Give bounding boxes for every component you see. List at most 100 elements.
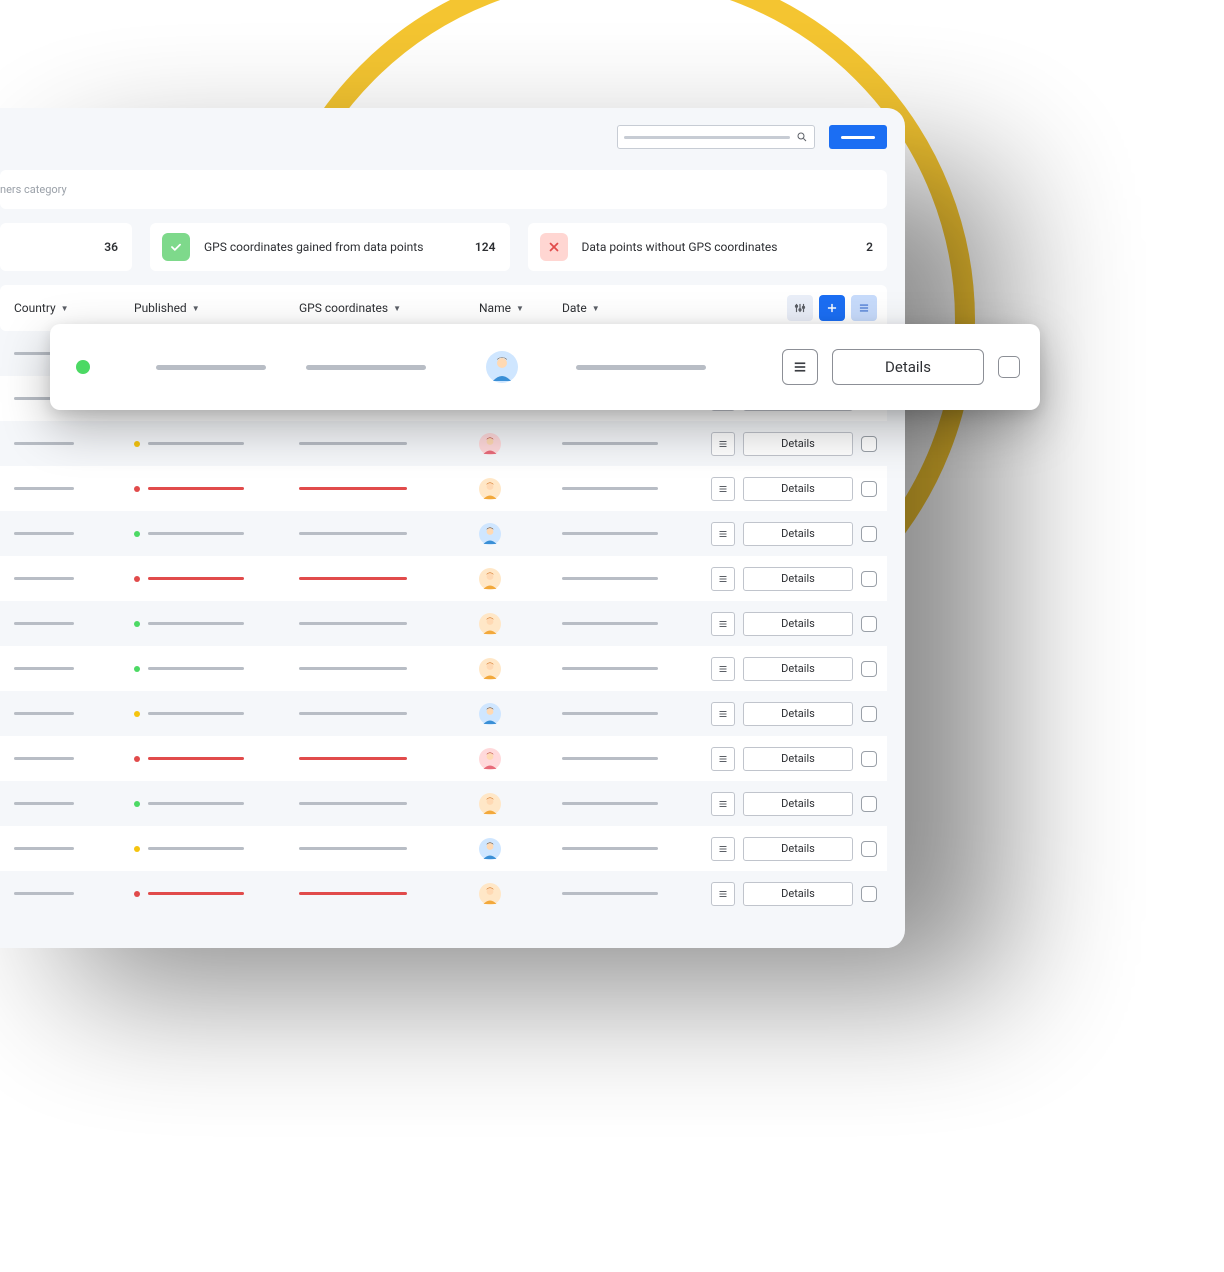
column-header-name[interactable]: Name▼ (479, 301, 562, 315)
topbar (0, 108, 905, 166)
row-checkbox[interactable] (861, 571, 877, 587)
avatar (479, 568, 501, 590)
row-menu-button[interactable] (711, 837, 735, 861)
row-checkbox[interactable] (861, 706, 877, 722)
row-menu-button[interactable] (711, 882, 735, 906)
country-skeleton (14, 802, 74, 805)
row-checkbox[interactable] (861, 796, 877, 812)
search-placeholder-skeleton (624, 136, 790, 139)
avatar (479, 838, 501, 860)
row-menu-button[interactable] (711, 477, 735, 501)
avatar (479, 793, 501, 815)
details-button[interactable]: Details (743, 882, 853, 906)
date-skeleton (562, 532, 658, 535)
date-skeleton (562, 622, 658, 625)
country-skeleton (14, 577, 74, 580)
date-skeleton (562, 802, 658, 805)
details-button[interactable]: Details (743, 657, 853, 681)
column-header-gps[interactable]: GPS coordinates▼ (299, 301, 479, 315)
details-button[interactable]: Details (743, 837, 853, 861)
row-checkbox[interactable] (861, 886, 877, 902)
stat-card-gps-gained: GPS coordinates gained from data points … (150, 223, 510, 271)
avatar (479, 433, 501, 455)
subheader-text: ners category (0, 183, 67, 196)
add-button[interactable] (819, 295, 845, 321)
published-skeleton (148, 622, 244, 625)
date-skeleton (562, 712, 658, 715)
date-skeleton (562, 892, 658, 895)
row-checkbox[interactable] (861, 751, 877, 767)
row-menu-button[interactable] (711, 792, 735, 816)
details-button[interactable]: Details (743, 477, 853, 501)
column-header-date[interactable]: Date▼ (562, 301, 697, 315)
date-skeleton (562, 577, 658, 580)
published-skeleton (148, 847, 244, 850)
gps-skeleton (299, 622, 407, 625)
details-button[interactable]: Details (743, 567, 853, 591)
country-skeleton (14, 892, 74, 895)
published-skeleton (156, 365, 266, 370)
search-input[interactable] (617, 125, 815, 149)
row-checkbox[interactable] (861, 436, 877, 452)
date-skeleton (562, 667, 658, 670)
gps-skeleton (299, 892, 407, 895)
primary-action-button[interactable] (829, 125, 887, 149)
table-tools (787, 295, 877, 321)
row-menu-button[interactable] (711, 657, 735, 681)
status-dot (134, 756, 140, 762)
table-row: Details (0, 511, 887, 556)
avatar (479, 478, 501, 500)
row-menu-button[interactable] (711, 747, 735, 771)
gps-skeleton (299, 487, 407, 490)
row-menu-button[interactable] (711, 567, 735, 591)
country-skeleton (14, 622, 74, 625)
row-checkbox[interactable] (998, 356, 1020, 378)
row-menu-button[interactable] (782, 349, 818, 385)
country-skeleton (14, 532, 74, 535)
gps-skeleton (299, 532, 407, 535)
published-skeleton (148, 532, 244, 535)
row-checkbox[interactable] (861, 526, 877, 542)
status-dot (134, 846, 140, 852)
details-button[interactable]: Details (743, 747, 853, 771)
row-menu-button[interactable] (711, 702, 735, 726)
status-dot (134, 576, 140, 582)
date-skeleton (562, 442, 658, 445)
row-menu-button[interactable] (711, 432, 735, 456)
country-skeleton (14, 442, 74, 445)
published-skeleton (148, 442, 244, 445)
details-button[interactable]: Details (743, 522, 853, 546)
chevron-down-icon: ▼ (61, 304, 69, 313)
row-checkbox[interactable] (861, 841, 877, 857)
details-button[interactable]: Details (743, 612, 853, 636)
chevron-down-icon: ▼ (393, 304, 401, 313)
table-row: Details (0, 421, 887, 466)
table-row: Details (0, 601, 887, 646)
gps-skeleton (299, 847, 407, 850)
column-header-published[interactable]: Published▼ (134, 301, 299, 315)
primary-button-label-skeleton (841, 136, 875, 139)
settings-button[interactable] (787, 295, 813, 321)
chevron-down-icon: ▼ (192, 304, 200, 313)
check-icon (162, 233, 190, 261)
details-button[interactable]: Details (832, 349, 984, 385)
details-button[interactable]: Details (743, 702, 853, 726)
published-skeleton (148, 712, 244, 715)
published-skeleton (148, 802, 244, 805)
row-menu-button[interactable] (711, 522, 735, 546)
stat-card-no-gps: Data points without GPS coordinates 2 (528, 223, 888, 271)
row-checkbox[interactable] (861, 661, 877, 677)
row-checkbox[interactable] (861, 616, 877, 632)
details-button[interactable]: Details (743, 792, 853, 816)
row-menu-button[interactable] (711, 612, 735, 636)
details-button[interactable]: Details (743, 432, 853, 456)
gps-skeleton (299, 712, 407, 715)
column-header-country[interactable]: Country▼ (14, 301, 134, 315)
gps-skeleton (299, 757, 407, 760)
avatar (479, 748, 501, 770)
list-view-button[interactable] (851, 295, 877, 321)
stat-value: 124 (475, 240, 496, 254)
row-checkbox[interactable] (861, 481, 877, 497)
status-dot (134, 441, 140, 447)
country-skeleton (14, 712, 74, 715)
